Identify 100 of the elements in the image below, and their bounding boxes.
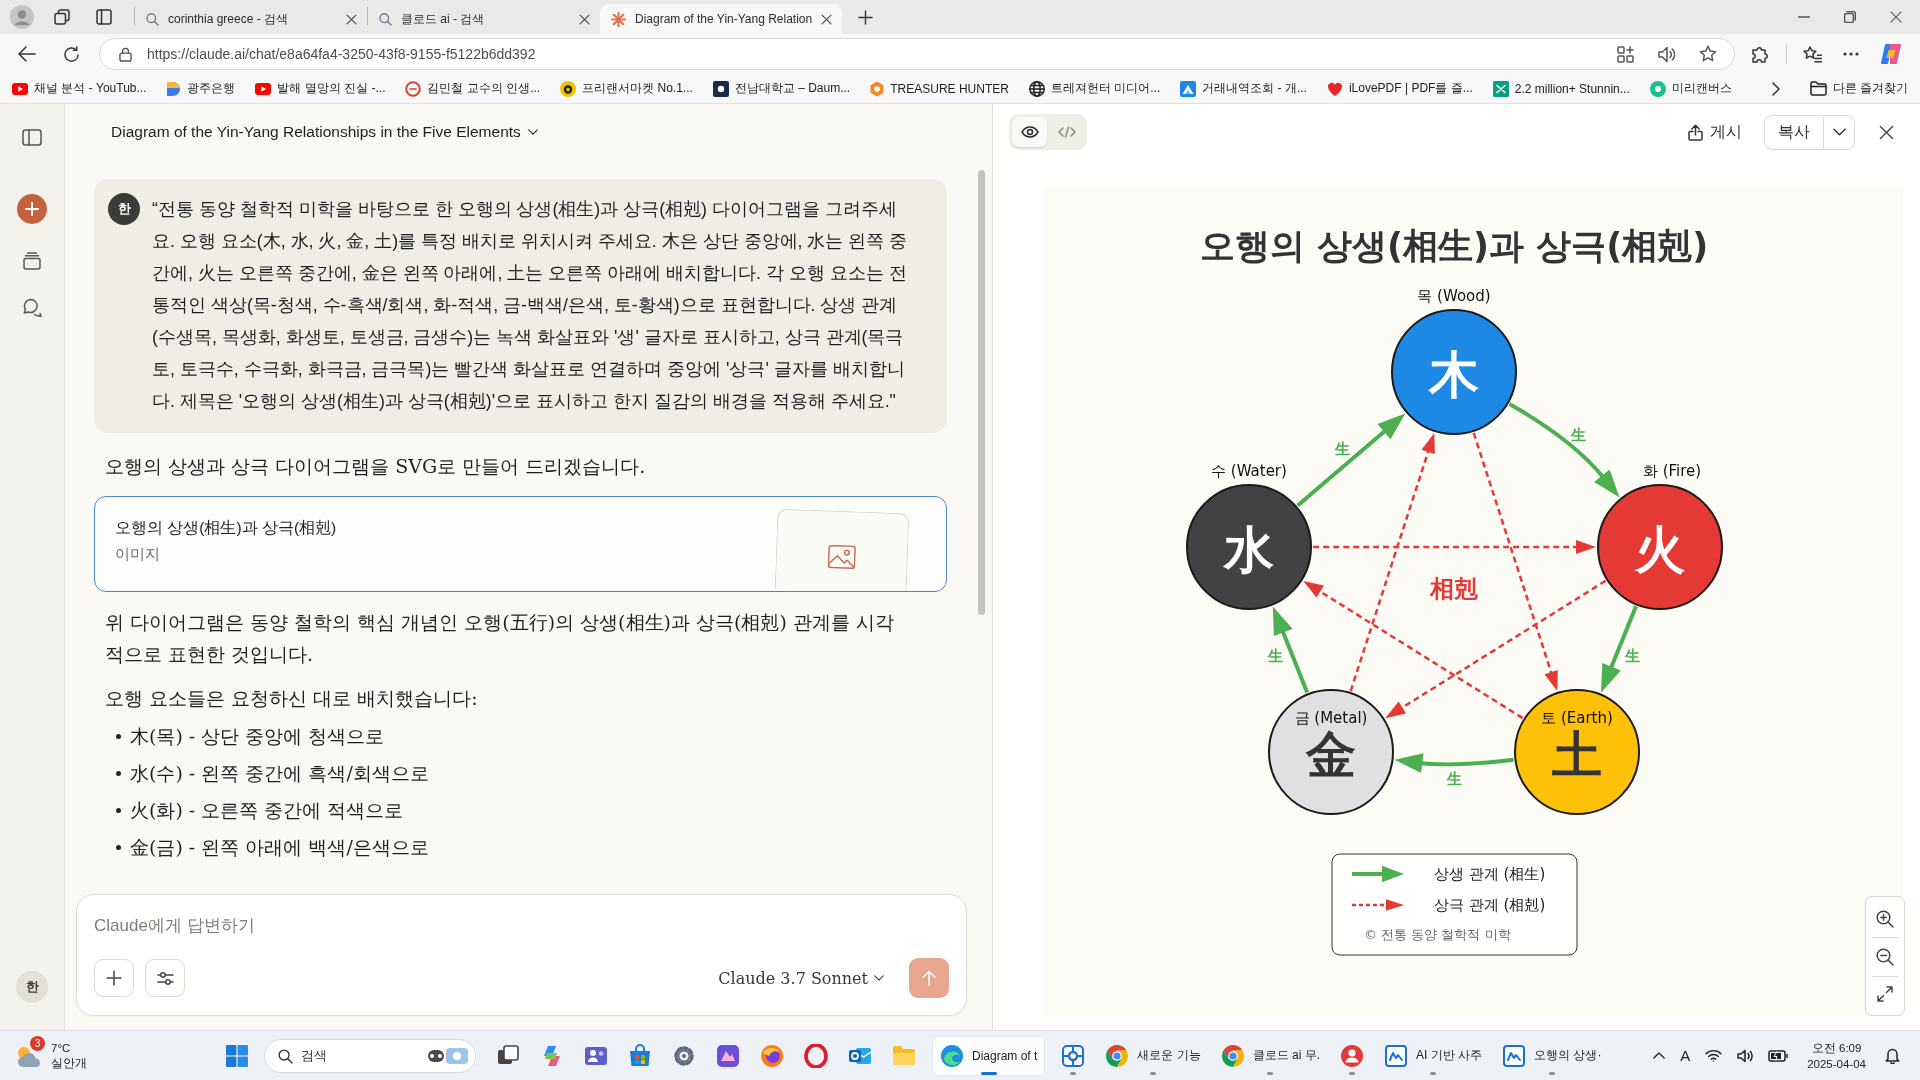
legend-generating-arrow — [1352, 865, 1404, 883]
volume-icon[interactable] — [1737, 1048, 1754, 1063]
element-label: 목 (Wood) — [1417, 287, 1491, 305]
taskbar-window-button[interactable]: 오행의 상생· — [1494, 1035, 1610, 1076]
favorites-icon[interactable] — [1803, 45, 1822, 63]
browser-tab[interactable]: 클로드 ai - 검색 — [368, 4, 600, 34]
close-icon[interactable] — [579, 13, 590, 25]
address-field[interactable]: https://claude.ai/chat/e8a64fa4-3250-43f8-9155-f5122b6dd392 — [99, 38, 1735, 70]
search-icon — [379, 12, 392, 26]
taskbar-window-button[interactable]: Diagram of t — [932, 1035, 1046, 1076]
close-icon[interactable] — [346, 13, 357, 25]
restore-icon[interactable] — [1844, 11, 1856, 23]
speaker-icon[interactable] — [1658, 45, 1675, 63]
archive-box-icon[interactable] — [23, 252, 41, 270]
browser-tab[interactable]: Diagram of the Yin-Yang Relation — [600, 4, 843, 34]
bookmark-folder[interactable]: 다른 즐겨찾기 — [1809, 80, 1909, 97]
more-icon[interactable] — [1843, 52, 1859, 56]
bullet-icon — [116, 845, 121, 850]
parallelogram-logo-icon[interactable] — [1880, 43, 1902, 65]
artifact-card[interactable]: 오행의 상생(相生)과 상극(相剋) 이미지 — [94, 496, 947, 592]
vertical-tabs-icon[interactable] — [96, 9, 112, 25]
profile-avatar-icon[interactable] — [10, 5, 34, 29]
legend-label: 상극 관계 (相剋) — [1434, 896, 1546, 914]
tools-button[interactable] — [145, 959, 185, 997]
reply-text: 위 다이어그램은 동양 철학의 핵심 개념인 오행(五行)의 상생(相生)과 상극(相剋) 관계를 시각적으로 표현한 것입니다. — [105, 610, 895, 667]
list-item-text: 金(금) - 왼쪽 아래에 백색/은색으로 — [130, 835, 429, 860]
model-selector-button[interactable]: Claude 3.7 Sonnet — [718, 968, 884, 988]
element-character: 土 — [1552, 726, 1602, 784]
copy-options-button[interactable] — [1823, 114, 1855, 150]
cross-tile-icon — [1492, 80, 1509, 97]
close-icon[interactable] — [1890, 11, 1902, 23]
gear-icon[interactable] — [672, 1043, 696, 1068]
circle-minus-icon — [405, 80, 422, 97]
extensions-icon[interactable] — [1751, 45, 1769, 63]
folder-icon — [1809, 81, 1827, 96]
bookmark-link[interactable]: 거래내역조회 - 개... — [1180, 80, 1307, 97]
round-badge-icon — [560, 80, 577, 97]
bookmark-link[interactable]: 전남대학교 – Daum... — [712, 80, 851, 97]
mountain-tile-icon[interactable] — [716, 1043, 740, 1068]
zoom-out-icon[interactable] — [1876, 948, 1894, 966]
expand-icon[interactable] — [1877, 986, 1893, 1003]
star-icon[interactable] — [1699, 45, 1717, 63]
attach-button[interactable] — [94, 959, 134, 997]
bookmark-link[interactable]: TREASURE HUNTER — [870, 80, 1009, 97]
wifi-icon[interactable] — [1705, 1049, 1723, 1062]
weather-condition-text: 실안개 — [51, 1055, 87, 1071]
chat-bubbles-icon[interactable] — [22, 298, 42, 317]
bookmark-link[interactable]: 프리랜서마켓 No.1... — [560, 80, 693, 97]
taskbar-window-button[interactable]: 클로드 ai 무. — [1212, 1035, 1329, 1076]
user-avatar: 한 — [108, 193, 140, 225]
battery-icon[interactable] — [1768, 1049, 1789, 1062]
shopping-bag-icon[interactable] — [628, 1043, 652, 1068]
chevron-right-icon[interactable] — [1771, 81, 1780, 96]
add-app-icon[interactable] — [1617, 45, 1634, 63]
new-chat-icon[interactable] — [17, 194, 47, 224]
bookmark-link[interactable]: 광주은행 — [166, 80, 236, 97]
four-squares-icon[interactable] — [226, 1044, 248, 1067]
zoom-in-icon[interactable] — [1876, 909, 1894, 928]
sliders-icon — [156, 970, 174, 986]
bookmark-link[interactable]: 트레져헌터 미디어... — [1028, 80, 1161, 97]
search-field[interactable]: 검색 — [264, 1038, 476, 1073]
browser-tab[interactable]: corinthia greece - 검색 — [135, 4, 367, 34]
notification-bell-icon[interactable] — [1885, 1047, 1900, 1064]
message-text: “전통 동양 철학적 미학을 바탕으로 한 오행의 상생(相生)과 상극(相剋) 다이어그램을 그려주세요. 오행 요소(木, 水, 火, 金, 土)를 특정 배치로 위치시켜 주세요. 木은 상단 중앙에, 水는 왼쪽 중간에, 火는 오른쪽 중간에, 金은 왼쪽 아래에, 土는 오른쪽 아래에 배치합니다. 각 오행 요소는 전통적인 색상(목-청색, 수-흑색/회색, 화-적색, 금-백색/은색, 토-황색)으로 표현합니다. 상생 관계(수생목, 목생화, 화생토, 토생금, 금생수)는 녹색 화살표와 '생' 글자로 표시하고, 상극 관계(목극토, 토극수, 수극화, 화극금, 금극목)는 빨간색 화살표로 연결하며 중앙에 '상극' 글자를 배치합니다. 제목은 '오행의 상생(相生)과 상극(相剋)'으로 표시하고 한지 질감의 배경을 적용해 주세요." — [152, 198, 909, 413]
chevron-up-icon[interactable] — [1653, 1052, 1666, 1059]
input-mode-indicator[interactable]: A — [1680, 1047, 1691, 1064]
play-icon — [255, 82, 272, 95]
bookmark-link[interactable]: iLovePDF | PDF를 즐... — [1326, 80, 1473, 97]
swoosh-circle-icon[interactable] — [760, 1043, 784, 1068]
back-icon[interactable] — [18, 46, 36, 62]
bookmark-link[interactable]: 미리캔버스 — [1649, 80, 1732, 97]
arrow-label: 生 — [1625, 646, 1641, 665]
temperature-text: 7°C — [51, 1040, 72, 1056]
arrow-label: 生 — [1268, 646, 1284, 665]
ring-icon[interactable] — [804, 1043, 828, 1068]
bookmark-link[interactable]: 2.2 million+ Stunnin... — [1492, 80, 1630, 97]
bookmark-link[interactable]: 채널 분석 - YouTub... — [12, 80, 147, 97]
code-icon — [1057, 126, 1076, 138]
publish-button[interactable]: 게시 — [1686, 117, 1744, 147]
reply-field[interactable]: Claude에게 답변하기 — [94, 911, 949, 941]
scrollbar-thumb[interactable] — [978, 170, 985, 615]
close-icon[interactable] — [821, 13, 833, 25]
preview-tab[interactable] — [1012, 117, 1047, 147]
chat-title-button[interactable]: Diagram of the Yin-Yang Relationships in the Five Elements — [109, 121, 540, 143]
bookmark-link[interactable]: 김민철 교수의 인생... — [405, 80, 541, 97]
user-avatar[interactable]: 한 — [16, 971, 48, 1003]
new-tab-icon[interactable] — [858, 9, 874, 25]
refresh-icon[interactable] — [63, 45, 80, 63]
bullet-icon — [116, 771, 121, 776]
image-icon — [827, 544, 857, 570]
taskbar-window-button[interactable]: AI 기반 사주 — [1376, 1035, 1491, 1076]
close-icon[interactable] — [1879, 124, 1894, 140]
workspaces-icon[interactable] — [54, 9, 70, 25]
copy-button[interactable]: 복사 — [1764, 114, 1823, 150]
clock[interactable]: 오전 6:09 2025-04-04 — [1803, 1039, 1870, 1072]
target-tile-icon — [1061, 1043, 1086, 1068]
bookmark-link[interactable]: 발해 멸망의 진실 -... — [255, 80, 386, 97]
search-icon — [278, 1048, 293, 1064]
sidebar-toggle-icon[interactable] — [22, 129, 42, 146]
taskbar-window-button[interactable]: 새로운 기능 — [1097, 1035, 1209, 1076]
